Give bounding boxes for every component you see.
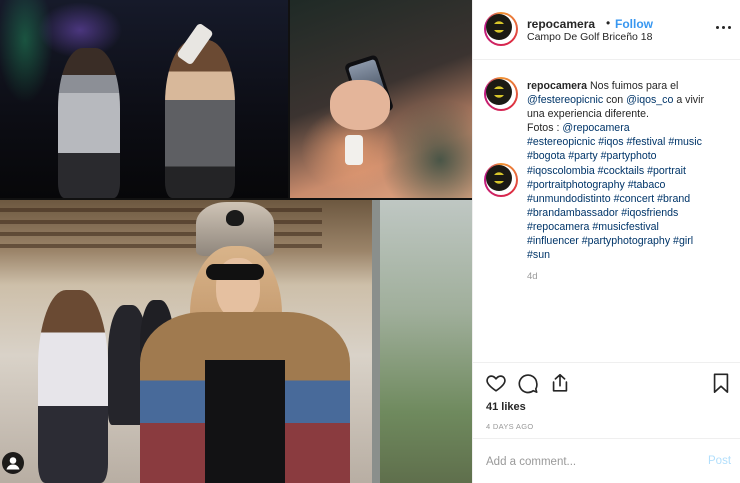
caption-line: #unmundodistinto #concert #brand [527, 192, 732, 206]
caption-text: Nos fuimos para el [587, 80, 679, 92]
device-shape [345, 135, 363, 165]
caption-username[interactable]: repocamera [527, 80, 587, 92]
caption-line: #bogota #party #partyphoto [527, 149, 732, 163]
more-options-icon[interactable] [714, 20, 734, 34]
caption-line: #estereopicnic #iqos #festival #music [527, 135, 732, 149]
hashtag-link[interactable]: #sun [527, 249, 550, 261]
avatar[interactable] [484, 12, 518, 46]
bookmark-icon[interactable] [710, 372, 732, 394]
mention-link[interactable]: @iqos_co [626, 94, 673, 106]
caption-text: una experiencia diferente. [527, 108, 649, 121]
top-shape [205, 360, 285, 483]
caption-text: con [603, 94, 627, 107]
caption-avatar[interactable] [484, 163, 518, 197]
post-photo[interactable] [0, 0, 472, 483]
caption-text: Fotos : [527, 122, 563, 135]
mention-link[interactable]: @festereopicnic [527, 94, 603, 106]
comment-input[interactable] [486, 452, 686, 472]
likes-count[interactable]: 41 likes [486, 401, 526, 413]
caption-avatar[interactable] [484, 77, 518, 111]
location-link[interactable]: Campo De Golf Briceño 18 [527, 31, 652, 43]
post-comment-button[interactable]: Post [708, 455, 731, 467]
caption-line: #repocamera #musicfestival [527, 220, 732, 234]
person-silhouette [165, 40, 235, 198]
caption-line: #brandambassador #iqosfriends [527, 206, 732, 220]
hashtag-link[interactable]: #repocamera #musicfestival [527, 221, 659, 233]
comment-box: Post [473, 438, 740, 483]
hashtag-link[interactable]: #estereopicnic #iqos #festival #music [527, 136, 702, 148]
comment-icon[interactable] [517, 372, 539, 394]
follow-button[interactable]: Follow [615, 17, 653, 31]
hashtag-link[interactable]: #brandambassador #iqosfriends [527, 207, 678, 219]
window-background [372, 200, 472, 483]
hand-shape [330, 80, 390, 130]
person-silhouette [58, 48, 120, 198]
caption-line: #portraitphotography #tabaco [527, 178, 732, 192]
caption-line: una experiencia diferente. [527, 107, 732, 121]
post-details-panel: repocamera • Follow Campo De Golf Briceñ… [472, 0, 740, 483]
photo-portrait-tile [0, 200, 472, 483]
hashtag-link[interactable]: #iqoscolombia #cocktails #portrait [527, 165, 686, 177]
caption-line: #iqoscolombia #cocktails #portrait [527, 164, 732, 178]
caption-text: a vivir [673, 94, 704, 107]
caption-line: Fotos : @repocamera [527, 121, 732, 135]
post-timestamp[interactable]: 4 DAYS AGO [486, 422, 533, 431]
caption-line: #sun [527, 248, 732, 262]
photo-phone-tile [290, 0, 472, 198]
mention-link[interactable]: @repocamera [562, 122, 629, 134]
photo-concert-tile [0, 0, 288, 198]
hashtag-link[interactable]: #portraitphotography #tabaco [527, 179, 665, 191]
post-header: repocamera • Follow Campo De Golf Briceñ… [473, 0, 740, 60]
caption-line: @festereopicnic con @iqos_co a vivir [527, 93, 732, 107]
person-silhouette [38, 290, 108, 483]
separator-dot: • [606, 16, 611, 30]
caption-line: #influencer #partyphotography #girl [527, 234, 732, 248]
share-icon[interactable] [549, 372, 571, 394]
hashtag-link[interactable]: #influencer #partyphotography #girl [527, 235, 693, 247]
user-tag-icon[interactable] [2, 452, 24, 474]
hashtag-link[interactable]: #bogota #party #partyphoto [527, 150, 657, 162]
heart-icon[interactable] [485, 372, 507, 394]
caption-line: repocamera Nos fuimos para el [527, 79, 732, 93]
post-caption: repocamera Nos fuimos para el @festereopi… [527, 79, 732, 262]
hashtag-link[interactable]: #unmundodistinto #concert #brand [527, 193, 690, 205]
caption-age[interactable]: 4d [527, 271, 538, 282]
username-link[interactable]: repocamera [527, 17, 595, 31]
sunglasses-shape [206, 264, 264, 280]
